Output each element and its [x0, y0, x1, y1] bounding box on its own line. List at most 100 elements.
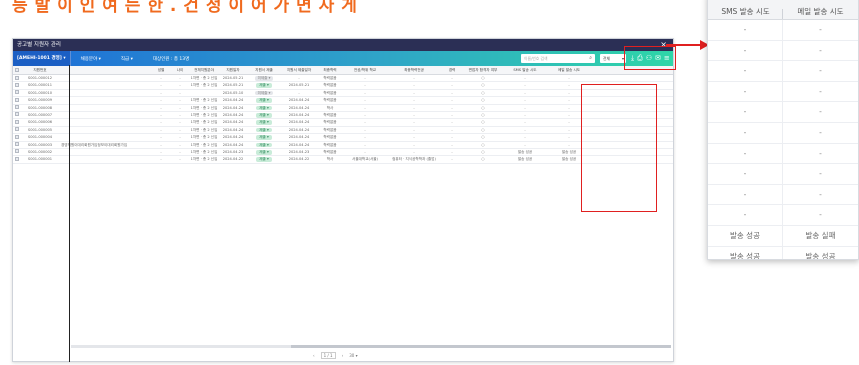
row-checkbox[interactable] — [15, 112, 19, 117]
row-select-cell — [13, 119, 21, 125]
row-checkbox[interactable] — [15, 127, 19, 132]
table-row[interactable]: S001-000012 - - 1차면 · 총 2 신입 2024.05.21 미제출 ▾… — [13, 75, 673, 83]
cell-id: S001-000007 — [27, 112, 53, 117]
search-input[interactable]: 이름/번호 검색 ⌕ — [521, 54, 595, 63]
submit-status-dropdown[interactable]: 제출 ▾ — [256, 105, 272, 111]
table-row[interactable]: S001-000006 - - 1차면 · 총 2 신입 2024.04.24 제출 ▾ 2… — [13, 119, 673, 127]
cell-gender: - — [160, 76, 162, 80]
submit-cell: 제출 ▾ — [247, 112, 281, 118]
search-icon[interactable]: ⌕ — [589, 54, 592, 63]
column-header[interactable]: 지원서 제출일자 — [281, 66, 317, 74]
row-checkbox[interactable] — [15, 105, 19, 110]
column-header[interactable]: 나이 — [171, 66, 189, 74]
cell-edu: 학력없음 — [323, 83, 337, 88]
row-checkbox[interactable] — [15, 149, 19, 154]
zoom-mail-cell: - — [819, 86, 822, 96]
submit-status-dropdown[interactable]: 미제출 ▾ — [254, 76, 274, 81]
cell-edu: 학력없음 — [323, 112, 337, 117]
submit-status-dropdown[interactable]: 제출 ▾ — [256, 112, 272, 118]
cell-major: - — [413, 112, 415, 117]
page-size-select[interactable]: 30 ▾ — [349, 353, 357, 358]
row-checkbox[interactable] — [15, 156, 19, 161]
row-select-cell — [13, 156, 21, 162]
table-row[interactable]: S001-000001 - - 1차면 · 총 2 신입 2024.04.22 제출 ▾ 2… — [13, 156, 673, 164]
row-checkbox[interactable] — [15, 90, 19, 95]
cell-school: - — [364, 90, 366, 95]
cell-major: - — [413, 98, 415, 103]
column-header[interactable]: 면접자 합격자 여부 — [463, 66, 503, 74]
table-row[interactable]: S001-000003 경영지원이대리회원가입정보이대리회원가입 - - 1차면 · 총… — [13, 142, 673, 149]
row-checkbox[interactable] — [15, 142, 19, 147]
cell-edu: 학사 — [326, 105, 334, 110]
cell-id: S001-000001 — [27, 157, 53, 162]
column-header[interactable]: 지원일자 — [219, 66, 247, 74]
row-checkbox[interactable] — [15, 134, 19, 139]
cell-gender: - — [160, 105, 162, 110]
row-checkbox[interactable] — [15, 82, 19, 87]
cell-gender: - — [160, 157, 162, 162]
submit-status-dropdown[interactable]: 제출 ▾ — [256, 98, 272, 103]
cell-edu: 학력없음 — [323, 98, 337, 103]
submit-cell: 제출 ▾ — [247, 119, 281, 125]
row-checkbox[interactable] — [15, 119, 19, 124]
zoom-row: -- — [708, 61, 858, 82]
column-header[interactable]: 지원서 제출 — [247, 66, 281, 74]
scrollbar-thumb[interactable] — [291, 345, 671, 348]
zoom-mail-cell: - — [819, 25, 822, 34]
submit-status-dropdown[interactable]: 제출 ▾ — [256, 135, 272, 140]
submit-status-dropdown[interactable]: 제출 ▾ — [256, 127, 272, 133]
row-checkbox[interactable] — [15, 97, 19, 102]
cell-id: S001-000011 — [27, 83, 53, 88]
column-header[interactable] — [59, 66, 151, 74]
cell-name — [59, 112, 151, 118]
cell-submit_date: 2024.04.24 — [288, 127, 310, 132]
column-header[interactable]: 전체지원분야 — [189, 66, 219, 74]
cell-career: - — [451, 98, 453, 103]
submit-status-dropdown[interactable]: 제출 ▾ — [256, 149, 272, 155]
cell-field: 1차면 · 총 2 신입 — [190, 157, 218, 162]
column-header[interactable]: 성별 — [151, 66, 171, 74]
field-filter[interactable]: 채용분야 ▾ — [71, 56, 111, 62]
rank-filter[interactable]: 직급 ▾ — [111, 56, 143, 62]
submit-status-dropdown[interactable]: 제출 ▾ — [256, 120, 272, 125]
table-row[interactable]: S001-000009 - - 1차면 · 총 2 신입 2024.04.24 제출 ▾ 2… — [13, 97, 673, 105]
column-header[interactable]: 전공/학위 학교 — [343, 66, 387, 74]
cell-id: S001-000010 — [27, 90, 53, 95]
cell-major: - — [413, 76, 415, 80]
horizontal-scrollbar[interactable] — [71, 345, 671, 348]
prev-page-button[interactable]: ‹ — [313, 353, 315, 358]
row-select-cell — [13, 97, 21, 103]
table-row[interactable]: S001-000010- -2024.05.10 미제출 ▾ - 학력없음 - - - ○ - - — [13, 90, 673, 98]
company-dropdown[interactable]: [AMEHI-1001 경영] ▾ — [13, 51, 71, 66]
zoom-row: -- — [708, 143, 858, 165]
table-row[interactable]: S001-000007 - - 1차면 · 총 2 신입 2024.04.24 제출 ▾ 2… — [13, 112, 673, 120]
status-select[interactable]: 전체 ▾ — [600, 54, 626, 63]
row-select-cell — [13, 149, 21, 155]
row-checkbox[interactable] — [15, 75, 19, 80]
zoom-panel: SMS 발송 시도 메일 발송 시도 --------------------발… — [707, 0, 859, 260]
cell-school: - — [364, 142, 366, 147]
column-header[interactable]: 메일 발송 시도 — [547, 66, 591, 74]
table-row[interactable]: S001-000005 - - 1차면 · 총 2 신입 2024.04.24 제출 ▾ 2… — [13, 127, 673, 135]
submit-status-dropdown[interactable]: 제출 ▾ — [256, 83, 272, 88]
column-header[interactable]: 최종학력 — [317, 66, 343, 74]
table-row[interactable]: S001-000011 - - 1차면 · 총 2 신입 2024.05.21 제출 ▾ 2… — [13, 82, 673, 90]
submit-status-dropdown[interactable]: 제출 ▾ — [256, 157, 272, 162]
table-row[interactable]: S001-000004 - - 1차면 · 총 2 신입 2024.04.24 제출 ▾ 2… — [13, 134, 673, 142]
select-all-checkbox[interactable] — [15, 67, 19, 72]
submit-status-dropdown[interactable]: 미제출 ▾ — [254, 90, 274, 96]
cell-career: - — [451, 112, 453, 117]
row-select-cell — [13, 112, 21, 118]
cell-edu: 학력없음 — [323, 135, 337, 140]
column-header[interactable]: 경력 — [441, 66, 463, 74]
column-header[interactable]: SMS 발송 시도 — [503, 66, 547, 74]
next-page-button[interactable]: › — [342, 353, 344, 358]
table-row[interactable]: S001-000008 - - 1차면 · 총 2 신입 2024.04.24 제출 ▾ 2… — [13, 105, 673, 112]
column-header[interactable]: 지원번호 — [21, 66, 59, 74]
cell-date: 2024.04.22 — [222, 157, 244, 162]
submit-status-dropdown[interactable]: 제출 ▾ — [256, 142, 272, 148]
cell-field: 1차면 · 총 2 신입 — [190, 149, 218, 154]
column-header[interactable] — [13, 66, 21, 74]
table-row[interactable]: S001-000002 - - 1차면 · 총 2 신입 2024.04.23 제출 ▾ 2… — [13, 149, 673, 157]
column-header[interactable]: 최종학력전공 — [387, 66, 441, 74]
